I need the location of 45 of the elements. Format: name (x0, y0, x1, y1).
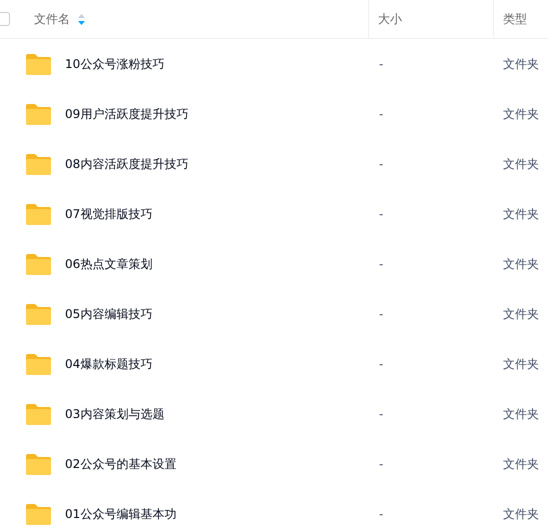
size-cell: - (379, 307, 384, 321)
type-cell: 文件夹 (503, 406, 539, 422)
type-cell: 文件夹 (503, 56, 539, 72)
folder-icon (26, 104, 51, 124)
folder-name[interactable]: 02公众号的基本设置 (65, 456, 176, 472)
folder-icon (26, 54, 51, 74)
folder-name[interactable]: 10公众号涨粉技巧 (65, 56, 164, 72)
size-cell: - (379, 357, 384, 371)
folder-icon (26, 454, 51, 474)
size-cell: - (379, 157, 384, 171)
type-cell: 文件夹 (503, 256, 539, 272)
folder-icon (26, 354, 51, 374)
type-cell: 文件夹 (503, 356, 539, 372)
type-cell: 文件夹 (503, 206, 539, 222)
size-cell: - (379, 107, 384, 121)
size-cell: - (379, 257, 384, 271)
type-cell: 文件夹 (503, 456, 539, 472)
folder-icon (26, 304, 51, 324)
folder-name[interactable]: 06热点文章策划 (65, 256, 152, 272)
type-cell: 文件夹 (503, 106, 539, 122)
folder-name[interactable]: 08内容活跃度提升技巧 (65, 156, 188, 172)
folder-name[interactable]: 03内容策划与选题 (65, 406, 164, 422)
folder-icon (26, 204, 51, 224)
size-cell: - (379, 507, 384, 521)
folder-icon (26, 154, 51, 174)
folder-name[interactable]: 09用户活跃度提升技巧 (65, 106, 188, 122)
folder-icon (26, 404, 51, 424)
folder-icon (26, 504, 51, 524)
type-cell: 文件夹 (503, 506, 539, 522)
folder-name[interactable]: 05内容编辑技巧 (65, 306, 152, 322)
size-cell: - (379, 57, 384, 71)
size-cell: - (379, 407, 384, 421)
type-cell: 文件夹 (503, 156, 539, 172)
column-header[interactable]: 类型 (503, 10, 527, 28)
type-cell: 文件夹 (503, 306, 539, 322)
folder-name[interactable]: 01公众号编辑基本功 (65, 506, 176, 522)
column-header[interactable]: 文件名 (34, 10, 70, 28)
column-header[interactable]: 大小 (378, 10, 402, 28)
size-cell: - (379, 457, 384, 471)
folder-name[interactable]: 04爆款标题技巧 (65, 356, 152, 372)
select-all-checkbox[interactable] (0, 12, 10, 26)
size-cell: - (379, 207, 384, 221)
sort-icon[interactable] (78, 14, 85, 24)
folder-icon (26, 254, 51, 274)
folder-name[interactable]: 07视觉排版技巧 (65, 206, 152, 222)
